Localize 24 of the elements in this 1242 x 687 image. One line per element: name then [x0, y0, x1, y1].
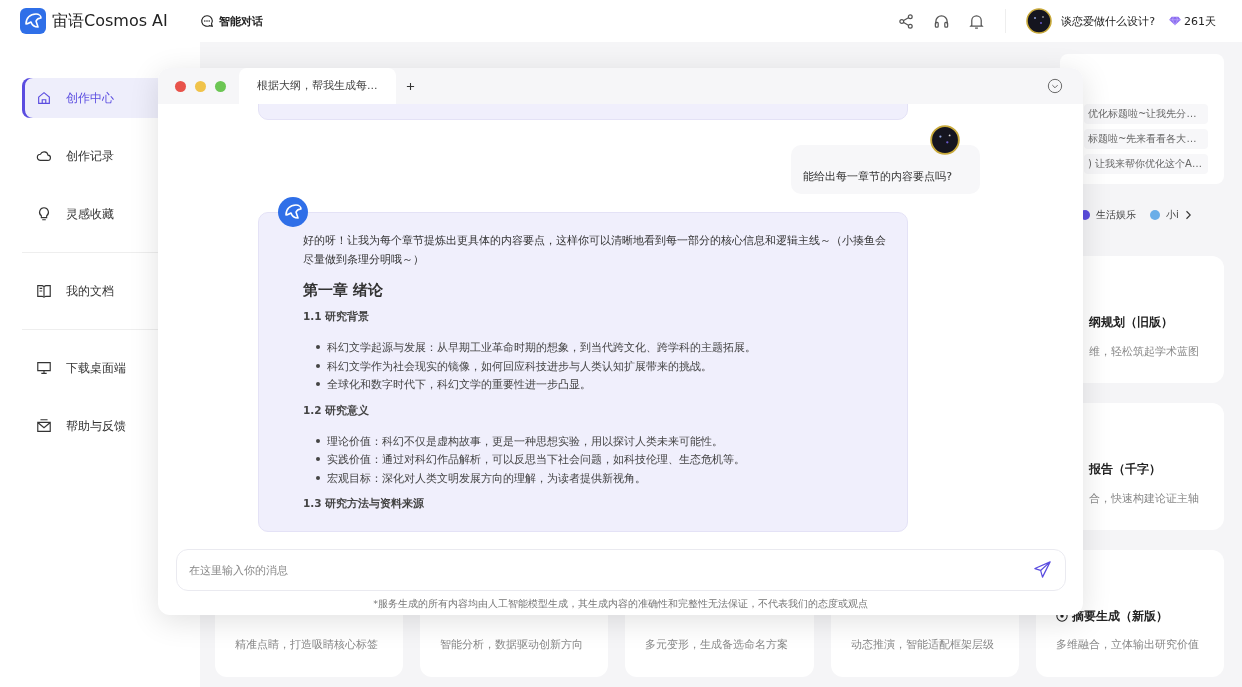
card-title: 纲规划（旧版）: [1088, 314, 1174, 331]
user-message: 能给出每一章节的内容要点吗?: [791, 145, 980, 194]
card-description: 动态推演，智能适配框架层级: [850, 638, 995, 652]
card-description: 精准点睛，打造吸睛核心标签: [235, 638, 379, 652]
section-heading: 1.2 研究意义: [303, 403, 371, 418]
section-heading: 1.1 研究背景: [303, 310, 371, 324]
bullet-text: 全球化和数字时代下，科幻文学的重要性进一步凸显。: [327, 377, 591, 392]
chapter-heading: 第一章 绪论: [303, 281, 385, 300]
card-description: 多元变形，生成备选命名方案: [645, 638, 790, 652]
reply-text: 好的呀！让我为每个章节提炼出更具体的内容要点，这样你可以清晰地看到每一部分的核心信息和逻辑主线～（小揍鱼会尽量做到条理分明哦～）: [303, 233, 887, 268]
membership-days: 261天: [1184, 13, 1216, 29]
card-title: 报告（千字）: [1088, 461, 1162, 478]
bullet-text: 实践价值：通过对科幻作品解析，可以反思当下社会问题，如科技伦理、生态危机等。: [327, 452, 745, 467]
bullet-text: 科幻文学作为社会现实的镜像，如何回应科技进步与人类认知扩展带来的挑战。: [327, 358, 712, 374]
bullet-text: 宏观目标：深化对人类文明发展方向的理解，为读者提供新视角。: [327, 470, 646, 486]
bullet-text: 科幻文学起源与发展：从早期工业革命时期的想象，到当代跨文化、跨学科的主题拓展。: [327, 340, 756, 355]
brand-name: 宙语Cosmos AI: [52, 10, 168, 32]
card-description: 维，轻松筑起学术蓝图: [1088, 345, 1200, 359]
bullet-text: 理论价值：科幻不仅是虚构故事，更是一种思想实验，用以探讨人类未来可能性。: [327, 433, 723, 449]
section-heading: 1.3 研究方法与资料来源: [303, 497, 426, 511]
card-description: 智能分析，数据驱动创新方向: [440, 638, 585, 652]
disclaimer: *服务生成的所有内容均由人工智能模型生成，其生成内容的准确性和完整性无法保证，不代表我们的态度或观点: [372, 597, 869, 611]
card-description: 合，快速构建论证主轴: [1088, 492, 1200, 506]
card-description: 多维融合，立体输出研究价值: [1055, 638, 1200, 652]
